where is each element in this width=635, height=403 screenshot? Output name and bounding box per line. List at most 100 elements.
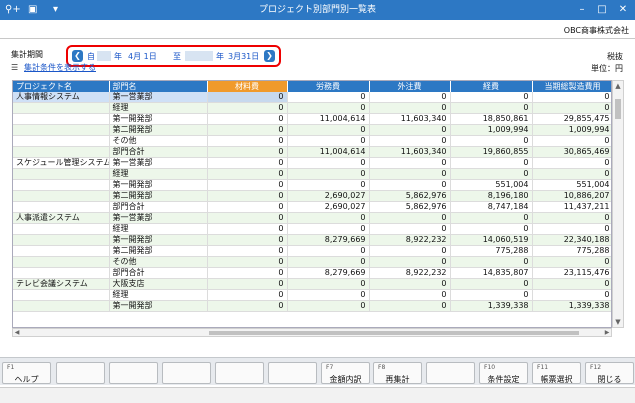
table-row[interactable]: 第一開発部 0 8,279,669 8,922,232 14,060,519 22,340…	[13, 234, 611, 247]
cell-total[interactable]: 0	[532, 256, 611, 269]
table-row[interactable]: 第一開発部 0 11,004,614 11,603,340 18,850,861 29,8…	[13, 113, 611, 126]
cell-total[interactable]: 1,009,994	[532, 124, 611, 137]
vertical-scroll-thumb[interactable]	[615, 99, 621, 119]
cell-total[interactable]: 0	[532, 278, 611, 291]
cell-expense[interactable]: 551,004	[450, 179, 533, 192]
cell-expense[interactable]: 0	[450, 92, 533, 104]
cell-labor[interactable]: 0	[287, 289, 370, 302]
cell-material[interactable]: 0	[207, 92, 288, 104]
table-row[interactable]: テレビ会議システム 大阪支店 0 0 0 0 0	[13, 278, 611, 291]
cell-outsource[interactable]: 0	[369, 124, 451, 137]
col-header-material[interactable]: 材料費	[207, 81, 288, 92]
maximize-button[interactable]: □	[593, 2, 611, 18]
cell-labor[interactable]: 8,279,669	[287, 234, 370, 247]
cell-dept[interactable]: 経理	[109, 102, 208, 115]
cell-total[interactable]: 11,437,211	[532, 201, 611, 214]
vertical-scrollbar[interactable]: ▲ ▼	[612, 80, 624, 328]
cell-material[interactable]: 0	[207, 234, 288, 247]
cell-dept[interactable]: 第一営業部	[109, 157, 208, 170]
fkey-empty-button[interactable]	[268, 362, 317, 384]
cell-expense[interactable]: 14,060,519	[450, 234, 533, 247]
scroll-right-icon[interactable]: ▶	[603, 329, 611, 337]
fkey-f8-button[interactable]: F8 再集計	[373, 362, 422, 384]
cell-labor[interactable]: 11,004,614	[287, 113, 370, 126]
cell-project[interactable]	[13, 267, 110, 280]
show-conditions-link[interactable]: 集計条件を表示する	[24, 63, 96, 72]
cell-project[interactable]	[13, 256, 110, 269]
cell-material[interactable]: 0	[207, 289, 288, 302]
cell-expense[interactable]: 18,850,861	[450, 113, 533, 126]
cell-total[interactable]: 22,340,188	[532, 234, 611, 247]
cell-material[interactable]: 0	[207, 168, 288, 181]
cell-labor[interactable]: 0	[287, 256, 370, 269]
col-header-total[interactable]: 当期総製造費用	[532, 81, 611, 92]
cell-dept[interactable]: その他	[109, 256, 208, 269]
cell-dept[interactable]: 第一営業部	[109, 212, 208, 225]
cell-material[interactable]: 0	[207, 102, 288, 115]
cell-project[interactable]	[13, 146, 110, 159]
cell-outsource[interactable]: 8,922,232	[369, 234, 451, 247]
cell-outsource[interactable]: 0	[369, 179, 451, 192]
table-row[interactable]: 第一開発部 0 0 0 551,004 551,004	[13, 179, 611, 192]
cell-expense[interactable]: 0	[450, 157, 533, 170]
cell-project[interactable]	[13, 201, 110, 214]
cell-outsource[interactable]: 0	[369, 135, 451, 148]
cell-material[interactable]: 0	[207, 300, 288, 313]
cell-expense[interactable]: 0	[450, 289, 533, 302]
cell-total[interactable]: 0	[532, 289, 611, 302]
table-row[interactable]: 経理 0 0 0 0 0	[13, 102, 611, 115]
cell-dept[interactable]: 第一開発部	[109, 179, 208, 192]
cell-outsource[interactable]: 0	[369, 223, 451, 236]
cell-total[interactable]: 775,288	[532, 245, 611, 258]
cell-project[interactable]: 人事派遣システム	[13, 212, 110, 225]
cell-dept[interactable]: 経理	[109, 289, 208, 302]
cell-labor[interactable]: 0	[287, 135, 370, 148]
cell-dept[interactable]: 部門合計	[109, 267, 208, 280]
table-row[interactable]: 第一開発部 0 0 0 1,339,338 1,339,338	[13, 300, 611, 313]
cell-dept[interactable]: その他	[109, 135, 208, 148]
cell-total[interactable]: 0	[532, 168, 611, 181]
table-row[interactable]: 経理 0 0 0 0 0	[13, 223, 611, 236]
cell-expense[interactable]: 0	[450, 135, 533, 148]
cell-dept[interactable]: 部門合計	[109, 201, 208, 214]
cell-material[interactable]: 0	[207, 267, 288, 280]
cell-labor[interactable]: 11,004,614	[287, 146, 370, 159]
cell-expense[interactable]: 0	[450, 168, 533, 181]
cell-outsource[interactable]: 0	[369, 256, 451, 269]
cell-project[interactable]	[13, 234, 110, 247]
cell-dept[interactable]: 第一開発部	[109, 234, 208, 247]
table-row[interactable]: 部門合計 0 8,279,669 8,922,232 14,835,807 23,115,…	[13, 267, 611, 280]
cell-material[interactable]: 0	[207, 278, 288, 291]
cell-labor[interactable]: 0	[287, 102, 370, 115]
cell-labor[interactable]: 0	[287, 124, 370, 137]
cell-project[interactable]	[13, 289, 110, 302]
cell-project[interactable]	[13, 135, 110, 148]
cell-project[interactable]	[13, 113, 110, 126]
table-row[interactable]: 部門合計 0 11,004,614 11,603,340 19,860,855 30,86…	[13, 146, 611, 159]
cell-total[interactable]: 23,115,476	[532, 267, 611, 280]
cell-material[interactable]: 0	[207, 113, 288, 126]
table-row[interactable]: 部門合計 0 2,690,027 5,862,976 8,747,184 11,437,2…	[13, 201, 611, 214]
col-header-dept[interactable]: 部門名	[109, 81, 208, 92]
prev-period-button[interactable]: ❮	[72, 50, 83, 62]
table-row[interactable]: 人事情報システム 第一営業部 0 0 0 0 0	[13, 92, 611, 104]
cell-project[interactable]	[13, 102, 110, 115]
cell-outsource[interactable]: 0	[369, 92, 451, 104]
fkey-empty-button[interactable]	[162, 362, 211, 384]
cell-outsource[interactable]: 11,603,340	[369, 113, 451, 126]
cell-material[interactable]: 0	[207, 157, 288, 170]
col-header-labor[interactable]: 労務費	[287, 81, 370, 92]
cell-expense[interactable]: 8,196,180	[450, 190, 533, 203]
cell-project[interactable]	[13, 179, 110, 192]
cell-material[interactable]: 0	[207, 124, 288, 137]
cell-total[interactable]: 30,865,469	[532, 146, 611, 159]
cell-project[interactable]	[13, 245, 110, 258]
cell-outsource[interactable]: 5,862,976	[369, 190, 451, 203]
cell-labor[interactable]: 0	[287, 278, 370, 291]
cell-project[interactable]: 人事情報システム	[13, 92, 110, 104]
horizontal-scrollbar[interactable]: ◀ ▶	[12, 328, 612, 337]
fkey-f11-button[interactable]: F11 帳票選択	[532, 362, 581, 384]
cell-expense[interactable]: 1,009,994	[450, 124, 533, 137]
fkey-empty-button[interactable]	[426, 362, 475, 384]
cell-dept[interactable]: 第二開発部	[109, 190, 208, 203]
